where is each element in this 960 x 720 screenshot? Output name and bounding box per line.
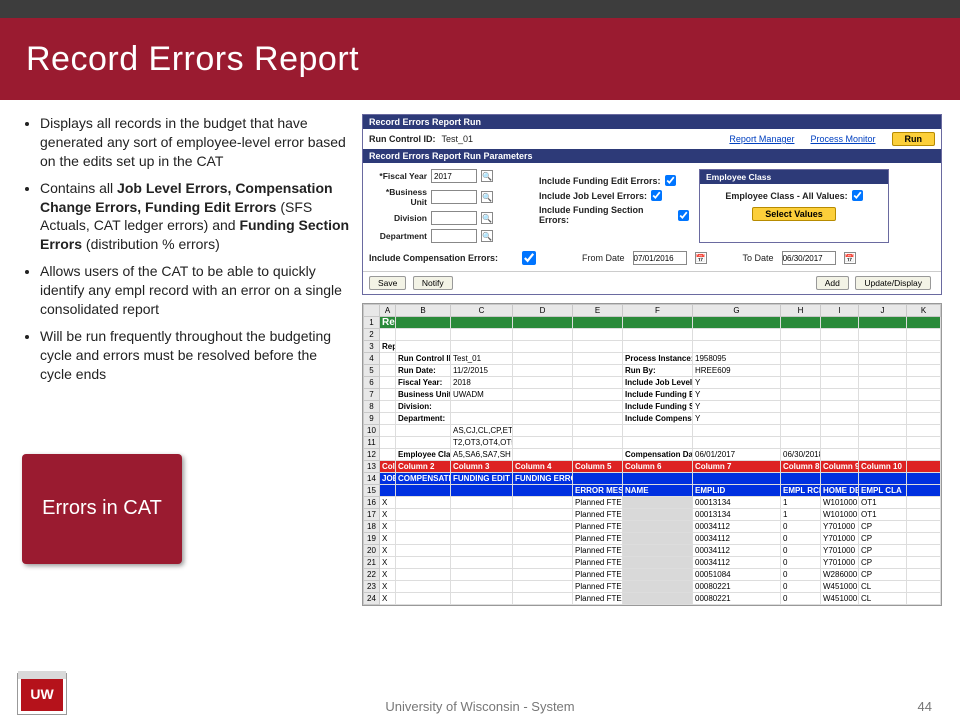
save-button[interactable]: Save	[369, 276, 406, 290]
excel-col-header: A	[380, 305, 396, 317]
chk-funding-section[interactable]	[678, 210, 689, 221]
empclass-all-label: Employee Class - All Values:	[725, 191, 847, 201]
excel-screenshot: ABCDEFGHIJK1Record Errors Report23Report…	[362, 303, 942, 606]
bu-label: *Business Unit	[369, 187, 427, 207]
chk-empclass-all[interactable]	[852, 190, 863, 201]
bullet-item: Allows users of the CAT to be able to qu…	[40, 262, 350, 319]
excel-col-header: D	[513, 305, 573, 317]
chk-funding-edit[interactable]	[665, 175, 676, 186]
form-header: Record Errors Report Run	[363, 115, 941, 129]
run-button[interactable]: Run	[892, 132, 936, 146]
excel-col-header: F	[623, 305, 693, 317]
slide-title: Record Errors Report	[26, 40, 359, 79]
page-number: 44	[918, 699, 932, 714]
chk-fe-label: Include Funding Edit Errors:	[539, 176, 661, 186]
excel-col-header: H	[781, 305, 821, 317]
fy-label: *Fiscal Year	[369, 171, 427, 181]
notify-button[interactable]: Notify	[413, 276, 453, 290]
employee-class-box: Employee Class Employee Class - All Valu…	[699, 169, 889, 243]
params-header: Record Errors Report Run Parameters	[363, 149, 941, 163]
div-label: Division	[369, 213, 427, 223]
chk-fs-label: Include Funding Section Errors:	[539, 205, 674, 225]
errors-in-cat-badge: Errors in CAT	[22, 454, 182, 564]
top-dark-bar	[0, 0, 960, 18]
chk-comp-label: Include Compensation Errors:	[369, 253, 498, 263]
bu-input[interactable]	[431, 190, 477, 204]
div-input[interactable]	[431, 211, 477, 225]
footer-text: University of Wisconsin - System	[385, 699, 574, 714]
chk-job-level[interactable]	[651, 190, 662, 201]
update-display-button[interactable]: Update/Display	[855, 276, 931, 290]
dept-input[interactable]	[431, 229, 477, 243]
runcontrol-value: Test_01	[442, 134, 474, 144]
empclass-header: Employee Class	[700, 170, 888, 184]
bullet-item: Displays all records in the budget that …	[40, 114, 350, 171]
chk-jl-label: Include Job Level Errors:	[539, 191, 647, 201]
chk-compensation[interactable]	[502, 251, 556, 265]
excel-col-header: K	[907, 305, 941, 317]
lookup-icon[interactable]: 🔍	[481, 191, 493, 203]
badge-text: Errors in CAT	[42, 497, 162, 520]
fy-input[interactable]	[431, 169, 477, 183]
excel-col-header: E	[573, 305, 623, 317]
bullet-list: Displays all records in the budget that …	[22, 114, 350, 384]
from-label: From Date	[582, 253, 625, 263]
excel-col-header: J	[859, 305, 907, 317]
footer: University of Wisconsin - System 44	[0, 699, 960, 714]
calendar-icon[interactable]: 📅	[844, 252, 856, 264]
calendar-icon[interactable]: 📅	[695, 252, 707, 264]
lookup-icon[interactable]: 🔍	[481, 212, 493, 224]
report-manager-link[interactable]: Report Manager	[729, 134, 794, 144]
process-monitor-link[interactable]: Process Monitor	[810, 134, 875, 144]
select-values-button[interactable]: Select Values	[752, 207, 836, 221]
add-button[interactable]: Add	[816, 276, 849, 290]
dept-label: Department	[369, 231, 427, 241]
lookup-icon[interactable]: 🔍	[481, 230, 493, 242]
from-date-input[interactable]	[633, 251, 687, 265]
excel-col-header: C	[451, 305, 513, 317]
bullet-item: Will be run frequently throughout the bu…	[40, 327, 350, 384]
title-band: Record Errors Report	[0, 18, 960, 100]
to-date-input[interactable]	[782, 251, 836, 265]
excel-col-header: I	[821, 305, 859, 317]
bullet-item: Contains all Job Level Errors, Compensat…	[40, 179, 350, 255]
runcontrol-label: Run Control ID:	[369, 134, 436, 144]
to-label: To Date	[743, 253, 774, 263]
lookup-icon[interactable]: 🔍	[481, 170, 493, 182]
form-screenshot: Record Errors Report Run Run Control ID:…	[362, 114, 942, 295]
excel-col-header: G	[693, 305, 781, 317]
excel-col-header: B	[396, 305, 451, 317]
